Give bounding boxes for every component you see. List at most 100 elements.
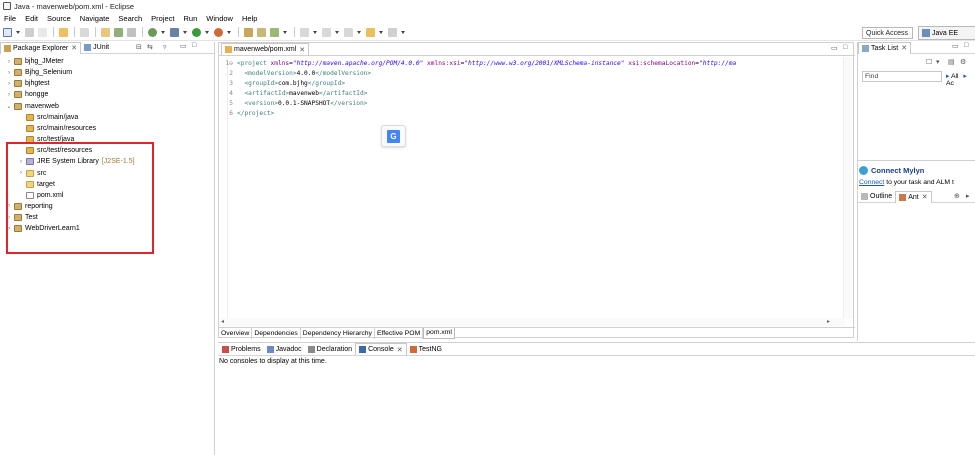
- server-icon[interactable]: [101, 27, 110, 37]
- back-icon[interactable]: [366, 27, 375, 37]
- build-icon[interactable]: [59, 27, 68, 37]
- expand-arrow-icon[interactable]: ›: [6, 92, 12, 98]
- open-type-dropdown-icon[interactable]: [313, 30, 317, 34]
- tab-declaration[interactable]: Declaration: [305, 343, 355, 355]
- tree-item[interactable]: › bjhg_JMeter: [6, 56, 64, 67]
- tree-item[interactable]: › hongge: [6, 89, 48, 100]
- maximize-icon[interactable]: □: [192, 42, 196, 49]
- add-buildfile-icon[interactable]: ⊕: [954, 192, 960, 200]
- new-dropdown-icon[interactable]: [16, 30, 20, 34]
- menu-project[interactable]: Project: [151, 14, 174, 23]
- menu-edit[interactable]: Edit: [25, 14, 38, 23]
- new-task-dropdown-icon[interactable]: ▾: [936, 58, 940, 66]
- print-icon[interactable]: [38, 27, 47, 37]
- close-icon[interactable]: ✕: [299, 46, 305, 54]
- next-annotation-dropdown-icon[interactable]: [357, 30, 361, 34]
- close-icon[interactable]: ✕: [901, 44, 907, 52]
- scroll-left-icon[interactable]: ◂: [221, 318, 224, 325]
- save-icon[interactable]: [25, 27, 34, 37]
- new-java-project-icon[interactable]: [244, 27, 253, 37]
- next-annotation-icon[interactable]: [344, 27, 353, 37]
- debug-icon[interactable]: [170, 27, 179, 37]
- tools-icon[interactable]: [127, 27, 136, 37]
- categorize-icon[interactable]: ▤: [948, 58, 955, 66]
- tab-outline[interactable]: Outline: [858, 191, 895, 203]
- filter-active-link[interactable]: Ac: [946, 80, 954, 87]
- connect-link[interactable]: Connect: [859, 179, 884, 186]
- menu-source[interactable]: Source: [47, 14, 71, 23]
- debug-dropdown-icon[interactable]: [183, 30, 187, 34]
- tree-item[interactable]: src/main/java: [18, 112, 78, 123]
- tab-package-explorer[interactable]: Package Explorer ✕: [0, 41, 82, 54]
- horizontal-scrollbar[interactable]: ◂ ▸: [219, 318, 845, 326]
- run-icon[interactable]: [192, 27, 201, 37]
- expand-arrow-icon[interactable]: ›: [6, 70, 12, 76]
- java-ee-perspective-button[interactable]: Java EE: [918, 26, 975, 40]
- minimize-icon[interactable]: ▭: [952, 42, 959, 50]
- new-class-icon[interactable]: [270, 27, 279, 37]
- new-icon[interactable]: [3, 27, 12, 37]
- tab-pom-editor[interactable]: mavenweb/pom.xml ✕: [221, 43, 310, 55]
- tree-item[interactable]: ⌄ mavenweb: [6, 101, 59, 112]
- tab-javadoc[interactable]: Javadoc: [264, 343, 305, 355]
- task-find-input[interactable]: Find: [862, 71, 942, 82]
- translate-button[interactable]: G: [381, 125, 406, 147]
- run-ant-icon[interactable]: ▸: [966, 192, 970, 200]
- link-with-editor-icon[interactable]: ⇆: [147, 43, 153, 51]
- close-icon[interactable]: ✕: [922, 193, 928, 201]
- tree-item[interactable]: › Bjhg_Selenium: [6, 67, 72, 78]
- maximize-icon[interactable]: □: [843, 44, 847, 51]
- menu-run[interactable]: Run: [184, 14, 198, 23]
- coverage-icon[interactable]: [214, 27, 223, 37]
- tab-testng[interactable]: TestNG: [407, 343, 445, 355]
- tree-item[interactable]: src/main/resources: [18, 123, 96, 134]
- forward-icon[interactable]: [388, 27, 397, 37]
- new-task-icon[interactable]: ☐: [926, 58, 932, 66]
- new-class-dropdown-icon[interactable]: [283, 30, 287, 34]
- expand-arrow-icon[interactable]: ›: [6, 81, 12, 87]
- pom-page-tab[interactable]: Effective POM: [375, 327, 424, 339]
- external-tools-dropdown-icon[interactable]: [161, 30, 165, 34]
- menu-file[interactable]: File: [4, 14, 16, 23]
- collapse-all-icon[interactable]: ⊟: [136, 43, 142, 51]
- task-filter[interactable]: ▸ All ▸ Ac: [946, 72, 975, 87]
- tab-junit[interactable]: JUnit: [81, 42, 112, 54]
- quick-access-field[interactable]: Quick Access: [862, 27, 913, 39]
- close-icon[interactable]: ✕: [71, 44, 77, 52]
- new-server-icon[interactable]: [114, 27, 123, 37]
- tab-problems[interactable]: Problems: [219, 343, 264, 355]
- skip-breakpoints-icon[interactable]: [80, 27, 89, 37]
- pom-page-tab[interactable]: Dependencies: [252, 327, 301, 339]
- menu-window[interactable]: Window: [206, 14, 233, 23]
- close-icon[interactable]: ✕: [397, 346, 403, 354]
- tab-console[interactable]: Console ✕: [355, 343, 407, 355]
- external-tools-icon[interactable]: [148, 27, 157, 37]
- search-dropdown-icon[interactable]: [335, 30, 339, 34]
- pom-page-tab[interactable]: Dependency Hierarchy: [301, 327, 375, 339]
- open-type-icon[interactable]: [300, 27, 309, 37]
- filter-all-link[interactable]: All: [951, 73, 959, 80]
- search-icon[interactable]: [322, 27, 331, 37]
- collapse-arrow-icon[interactable]: ⌄: [6, 103, 12, 110]
- code-editor[interactable]: 1⊖ <project xmlns = "http://maven.apache.or…: [219, 58, 841, 320]
- minimize-icon[interactable]: ▭: [831, 44, 838, 52]
- tree-item[interactable]: › bjhgtest: [6, 78, 50, 89]
- new-package-icon[interactable]: [257, 27, 266, 37]
- vertical-scrollbar[interactable]: [843, 57, 853, 319]
- view-menu-icon[interactable]: ▿: [163, 43, 167, 51]
- menu-navigate[interactable]: Navigate: [80, 14, 110, 23]
- tab-ant[interactable]: Ant ✕: [895, 190, 932, 203]
- menu-help[interactable]: Help: [242, 14, 257, 23]
- forward-dropdown-icon[interactable]: [401, 30, 405, 34]
- run-dropdown-icon[interactable]: [205, 30, 209, 34]
- pom-page-tab[interactable]: pom.xml: [423, 327, 455, 339]
- menu-search[interactable]: Search: [118, 14, 142, 23]
- minimize-icon[interactable]: ▭: [180, 42, 187, 50]
- tab-task-list[interactable]: Task List ✕: [858, 41, 912, 54]
- pom-page-tab[interactable]: Overview: [219, 327, 253, 339]
- maximize-icon[interactable]: □: [964, 42, 968, 49]
- coverage-dropdown-icon[interactable]: [227, 30, 231, 34]
- scroll-right-icon[interactable]: ▸: [827, 318, 830, 325]
- back-dropdown-icon[interactable]: [379, 30, 383, 34]
- expand-arrow-icon[interactable]: ›: [6, 59, 12, 65]
